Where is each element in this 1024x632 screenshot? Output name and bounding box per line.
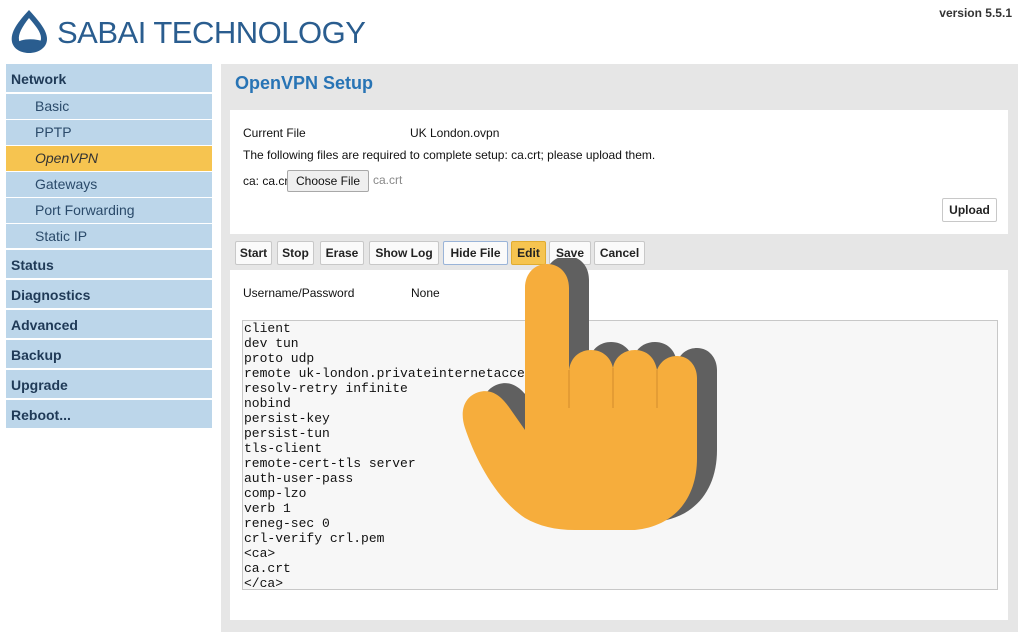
main-panel: OpenVPN Setup Current File UK London.ovp… [221,64,1018,632]
version-label: version 5.5.1 [939,6,1012,20]
sidebar-section-diagnostics[interactable]: Diagnostics [6,280,212,310]
sidebar-section-reboot[interactable]: Reboot... [6,400,212,430]
sidebar-item-port-forwarding[interactable]: Port Forwarding [6,198,212,224]
config-text-area[interactable]: client dev tun proto udp remote uk-londo… [242,320,998,590]
sidebar-nav: Network Basic PPTP OpenVPN Gateways Port… [6,64,212,430]
username-password-value: None [411,286,440,300]
sidebar-section-network[interactable]: Network [6,64,212,94]
config-panel: Username/Password None client dev tun pr… [230,270,1008,620]
brand-name: SABAI TECHNOLOGY [57,15,366,50]
sidebar-item-basic[interactable]: Basic [6,94,212,120]
sabai-logo-icon [11,10,48,53]
choose-file-button[interactable]: Choose File [287,170,369,192]
required-files-note: The following files are required to comp… [243,148,656,162]
edit-button[interactable]: Edit [511,241,546,265]
sidebar-item-gateways[interactable]: Gateways [6,172,212,198]
sidebar-item-static-ip[interactable]: Static IP [6,224,212,250]
start-button[interactable]: Start [235,241,272,265]
header: SABAI TECHNOLOGY version 5.5.1 [0,0,1024,62]
sidebar-item-openvpn[interactable]: OpenVPN [6,146,212,172]
stop-button[interactable]: Stop [277,241,314,265]
show-log-button[interactable]: Show Log [369,241,439,265]
page-title: OpenVPN Setup [235,73,374,93]
sidebar-section-advanced[interactable]: Advanced [6,310,212,340]
erase-button[interactable]: Erase [320,241,364,265]
ca-upload-label: ca: ca.crt [243,174,292,188]
username-password-label: Username/Password [243,286,355,300]
hide-file-button[interactable]: Hide File [443,241,508,265]
sidebar-section-status[interactable]: Status [6,250,212,280]
sidebar-section-upgrade[interactable]: Upgrade [6,370,212,400]
file-upload-panel: Current File UK London.ovpn The followin… [230,110,1008,234]
upload-button[interactable]: Upload [942,198,997,222]
sidebar-section-backup[interactable]: Backup [6,340,212,370]
current-file-label: Current File [243,126,306,140]
cancel-button[interactable]: Cancel [594,241,645,265]
save-button[interactable]: Save [549,241,591,265]
chosen-file-name: ca.crt [373,173,403,187]
current-file-value: UK London.ovpn [410,126,500,140]
sidebar-item-pptp[interactable]: PPTP [6,120,212,146]
